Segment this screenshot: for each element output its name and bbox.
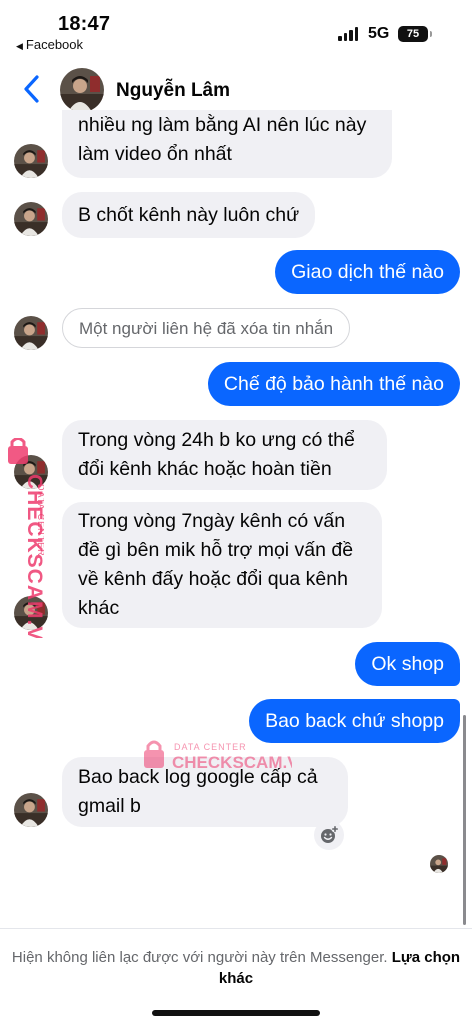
sender-avatar — [14, 316, 48, 350]
unavailable-footer: Hiện không liên lạc được với người này t… — [0, 928, 472, 1024]
message-text: B chốt kênh này luôn chứ — [78, 203, 300, 226]
scrollbar[interactable] — [463, 715, 466, 925]
message-text: Trong vòng 24h b ko ưng có thể đổi kênh … — [78, 429, 355, 480]
contact-name[interactable]: Nguyễn Lâm — [116, 80, 230, 102]
unavailable-notice: Hiện không liên lạc được với người này t… — [0, 947, 472, 989]
status-bar: 18:47 ◀ Facebook 5G 75 — [0, 0, 472, 56]
message-text: nhiều ng làm bằng AI nên lúc này làm vid… — [78, 114, 367, 165]
message-text: Bao back chứ shopp — [265, 709, 444, 732]
message-text: Ok shop — [371, 652, 444, 675]
sender-avatar — [14, 793, 48, 827]
add-reaction-button[interactable] — [314, 820, 344, 850]
chevron-left-icon[interactable] — [20, 74, 44, 104]
outgoing-message[interactable]: Chế độ bảo hành thế nào — [207, 362, 460, 406]
signal-icon — [338, 27, 358, 41]
back-app-label: Facebook — [25, 37, 84, 52]
add-reaction-icon — [321, 825, 339, 843]
watermark-vertical: CHECKSCAM.VN DATA CENTER — [4, 437, 46, 658]
contact-avatar[interactable] — [60, 68, 104, 112]
message-text: Giao dịch thế nào — [291, 260, 444, 283]
incoming-message[interactable]: B chốt kênh này luôn chứ — [62, 192, 316, 238]
outgoing-message[interactable]: Ok shop — [355, 642, 460, 686]
home-indicator[interactable] — [152, 1010, 320, 1016]
watermark-center-brand: CHECKSCAM.VN — [172, 753, 292, 772]
seen-receipt-avatar — [430, 855, 448, 873]
watermark-center: DATA CENTER CHECKSCAM.VN — [142, 736, 311, 776]
message-text: Một người liên hệ đã xóa tin nhắn — [79, 318, 334, 338]
outgoing-message[interactable]: Giao dịch thế nào — [275, 250, 460, 294]
sender-avatar — [14, 202, 48, 236]
watermark-center-sub: DATA CENTER — [174, 742, 247, 752]
message-text: Chế độ bảo hành thế nào — [223, 372, 444, 395]
back-to-app-link[interactable]: ◀ Facebook — [16, 37, 83, 52]
message-text: Trong vòng 7ngày kênh có vấn đề gì bên m… — [78, 510, 354, 619]
sender-avatar — [14, 144, 48, 178]
incoming-message[interactable]: Trong vòng 7ngày kênh có vấn đề gì bên m… — [62, 502, 382, 628]
deleted-message-notice: Một người liên hệ đã xóa tin nhắn — [62, 308, 351, 348]
incoming-message[interactable]: Trong vòng 24h b ko ưng có thể đổi kênh … — [62, 420, 387, 490]
battery-icon: 75 — [398, 26, 432, 42]
network-type: 5G — [368, 25, 390, 42]
watermark-sub: DATA CENTER — [36, 484, 44, 557]
message-list[interactable]: nhiều ng làm bằng AI nên lúc này làm vid… — [0, 110, 472, 925]
incoming-message[interactable]: nhiều ng làm bằng AI nên lúc này làm vid… — [62, 110, 392, 178]
status-time: 18:47 — [58, 13, 111, 35]
unavailable-text: Hiện không liên lạc được với người này t… — [11, 949, 388, 966]
back-triangle-icon: ◀ — [16, 41, 23, 51]
